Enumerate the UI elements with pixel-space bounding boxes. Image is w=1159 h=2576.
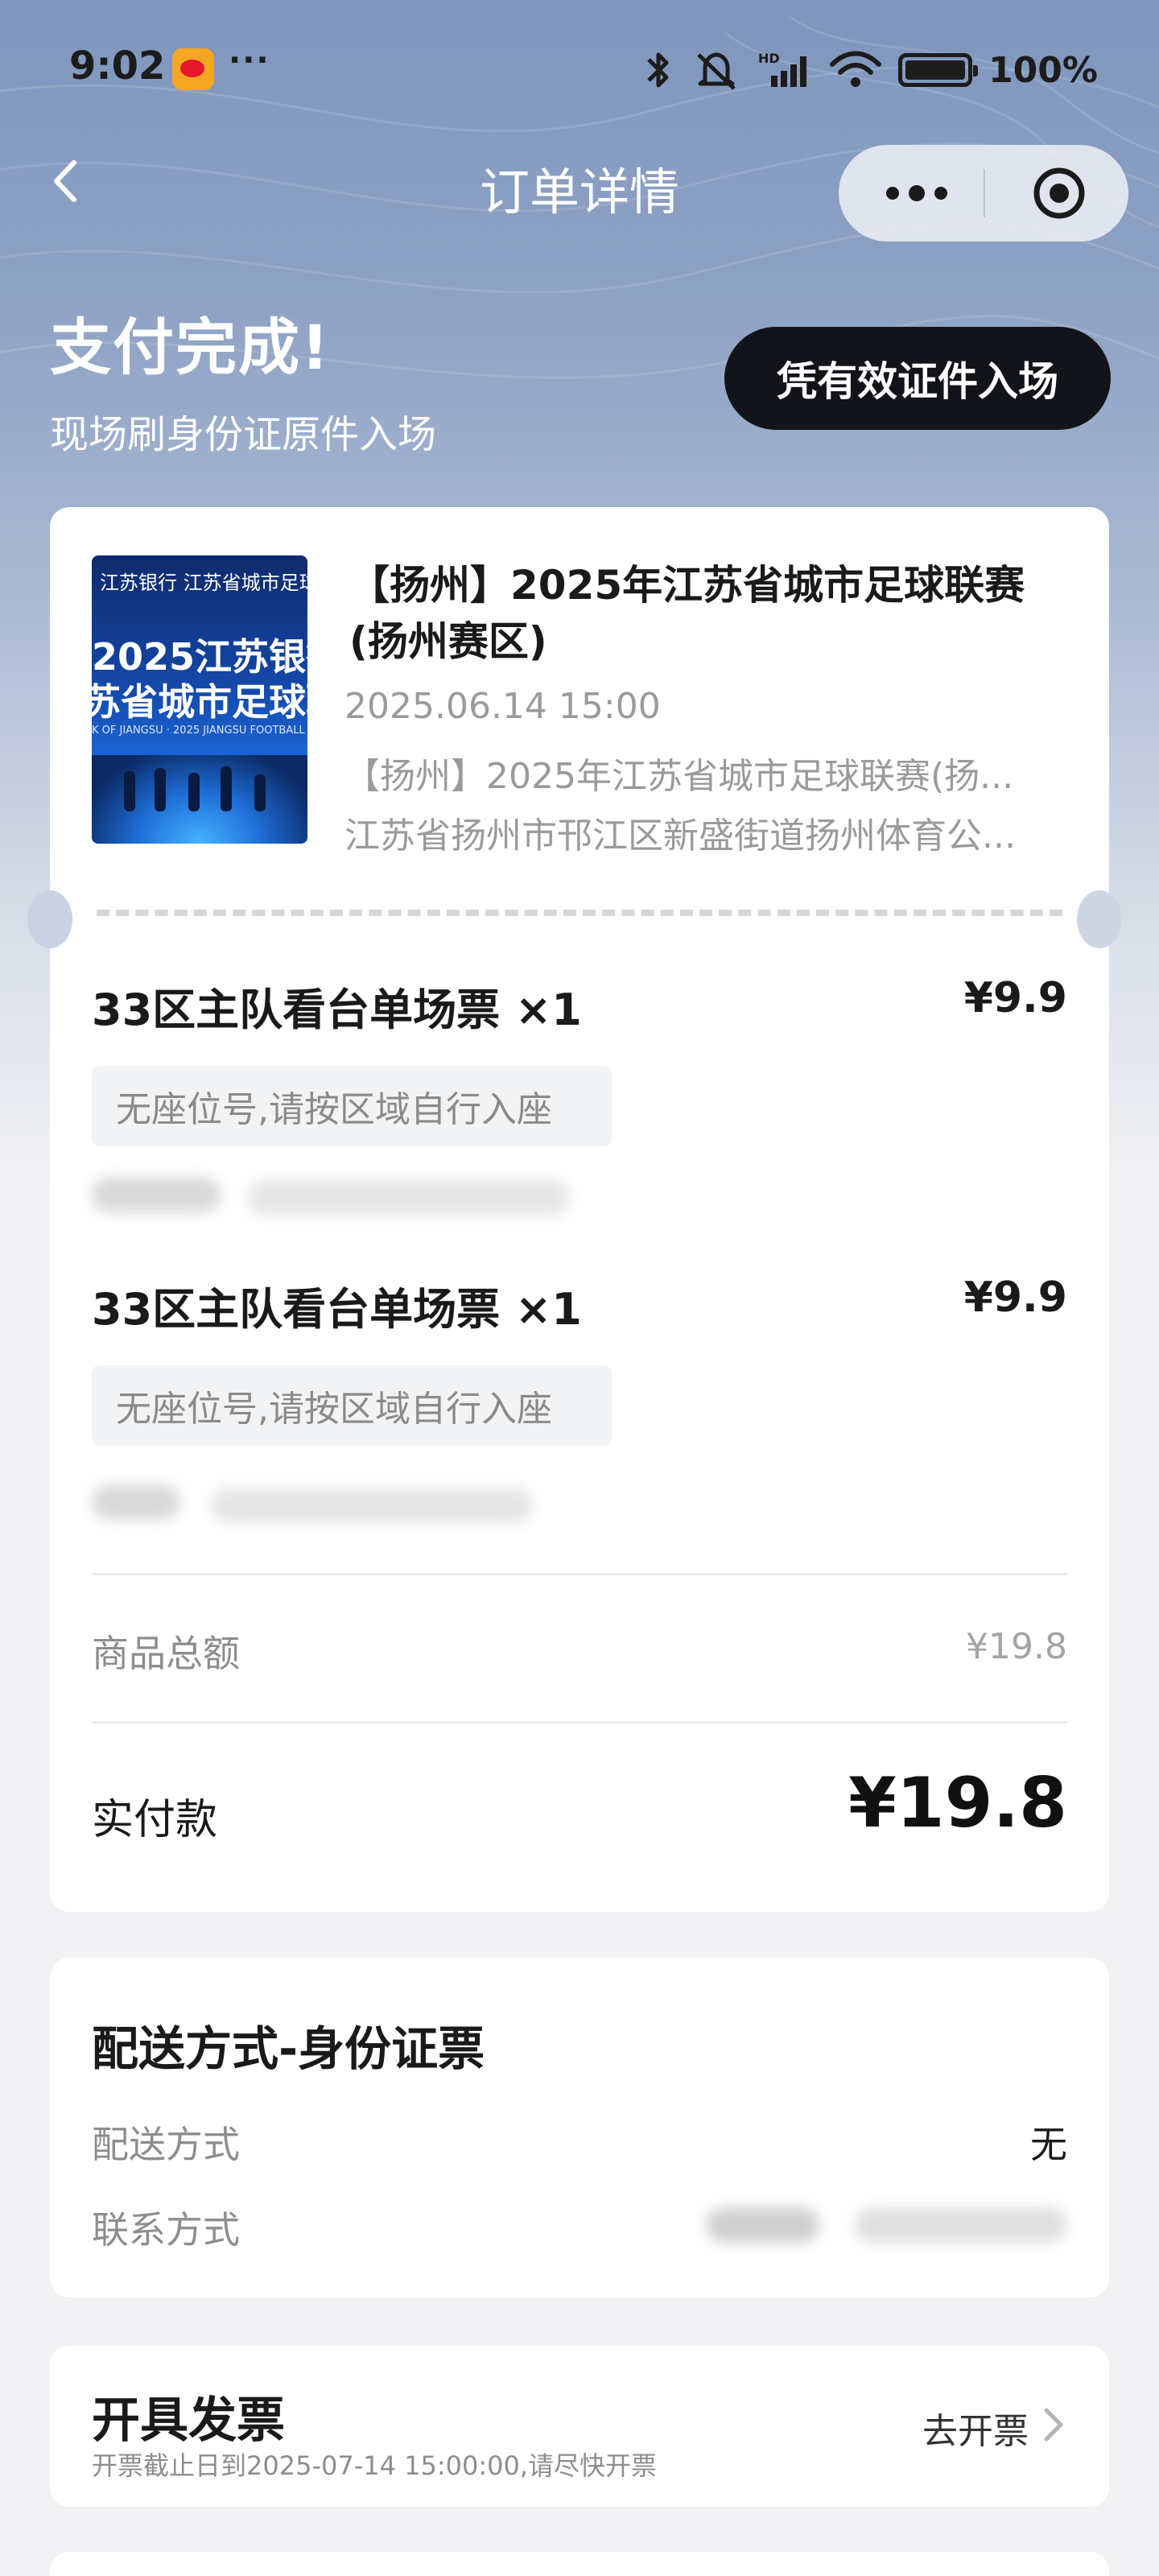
status-bar: 9:02 ··· HD 100% xyxy=(0,0,1159,142)
invoice-card[interactable]: 开具发票 开票截止日到2025-07-14 15:00:00,请尽快开票 去开票 xyxy=(50,2346,1109,2507)
issue-invoice-link[interactable]: 去开票 xyxy=(922,2402,1029,2454)
event-venue: 【扬州】2025年江苏省城市足球联赛(扬... xyxy=(344,756,1014,797)
event-datetime: 2025.06.14 15:00 xyxy=(344,686,661,727)
holder-id-blurred xyxy=(211,1488,533,1523)
paid-label: 实付款 xyxy=(92,1796,218,1844)
seat-note: 无座位号,请按区域自行入座 xyxy=(92,1365,612,1446)
poster-brand: 江苏银行 江苏省城市足球联赛 xyxy=(100,572,307,594)
battery-level xyxy=(905,60,966,80)
holder-name-blurred xyxy=(92,1484,180,1520)
contact-name-blurred xyxy=(707,2207,819,2243)
subtotal-label: 商品总额 xyxy=(92,1632,240,1675)
holder-name-blurred xyxy=(92,1177,221,1212)
ticket-perforation xyxy=(97,910,1062,916)
ticket-price: ¥9.9 xyxy=(963,1274,1067,1322)
subtotal-value: ¥19.8 xyxy=(966,1626,1067,1667)
wifi-icon xyxy=(830,51,882,87)
id-entry-button[interactable]: 凭有效证件入场 xyxy=(724,327,1111,430)
invoice-title: 开具发票 xyxy=(92,2392,285,2449)
mini-program-capsule xyxy=(839,145,1128,242)
battery-percent: 100% xyxy=(988,49,1098,91)
status-more: ··· xyxy=(229,42,270,79)
poster-headline-2: 苏省城市足球联 xyxy=(92,680,307,724)
order-card: 江苏银行 江苏省城市足球联赛 2025江苏银行 苏省城市足球联 K OF JIA… xyxy=(50,507,1109,1912)
poster-english: K OF JIANGSU · 2025 JIANGSU FOOTBALL CIT… xyxy=(92,724,307,737)
event-poster[interactable]: 江苏银行 江苏省城市足球联赛 2025江苏银行 苏省城市足球联 K OF JIA… xyxy=(92,555,307,844)
delivery-title: 配送方式-身份证票 xyxy=(92,2021,485,2076)
poster-players xyxy=(124,766,266,811)
capsule-divider xyxy=(984,169,985,217)
payment-complete-title: 支付完成! xyxy=(50,312,331,383)
holder-id-blurred xyxy=(248,1180,570,1216)
invoice-deadline: 开票截止日到2025-07-14 15:00:00,请尽快开票 xyxy=(92,2450,658,2481)
delivery-method-value: 无 xyxy=(1030,2123,1067,2166)
status-time: 9:02 xyxy=(69,43,166,89)
event-title[interactable]: 【扬州】2025年江苏省城市足球联赛(扬州赛区) xyxy=(349,557,1074,670)
event-address: 江苏省扬州市邗江区新盛街道扬州体育公... xyxy=(344,815,1016,857)
mute-icon xyxy=(697,52,736,90)
contact-phone-blurred xyxy=(855,2207,1067,2243)
hd-signal-icon: HD xyxy=(758,51,807,87)
paid-amount: ¥19.8 xyxy=(848,1763,1067,1843)
chevron-right-icon[interactable] xyxy=(1038,2404,1067,2446)
ticket-name: 33区主队看台单场票 ×1 xyxy=(92,985,582,1035)
delivery-card: 配送方式-身份证票 配送方式 无 联系方式 xyxy=(50,1958,1109,2297)
more-dots-icon[interactable] xyxy=(881,177,953,209)
divider xyxy=(92,1573,1067,1575)
delivery-method-label: 配送方式 xyxy=(92,2123,240,2166)
contact-label: 联系方式 xyxy=(92,2208,240,2252)
ticket-notch-left xyxy=(27,890,72,948)
ticket-name: 33区主队看台单场票 ×1 xyxy=(92,1284,582,1335)
status-icons: HD 100% xyxy=(641,42,1098,98)
next-card-stub xyxy=(50,2552,1109,2576)
ticket-notch-right xyxy=(1077,890,1122,948)
divider xyxy=(92,1721,1067,1724)
bluetooth-icon xyxy=(647,52,669,88)
battery-icon xyxy=(898,53,979,87)
seat-note: 无座位号,请按区域自行入座 xyxy=(92,1066,612,1146)
close-target-icon[interactable] xyxy=(1032,166,1087,221)
ticket-price: ¥9.9 xyxy=(963,974,1067,1022)
svg-text:HD: HD xyxy=(758,51,780,66)
entry-instruction: 现场刷身份证原件入场 xyxy=(50,412,437,457)
weibo-app-icon xyxy=(172,48,214,90)
